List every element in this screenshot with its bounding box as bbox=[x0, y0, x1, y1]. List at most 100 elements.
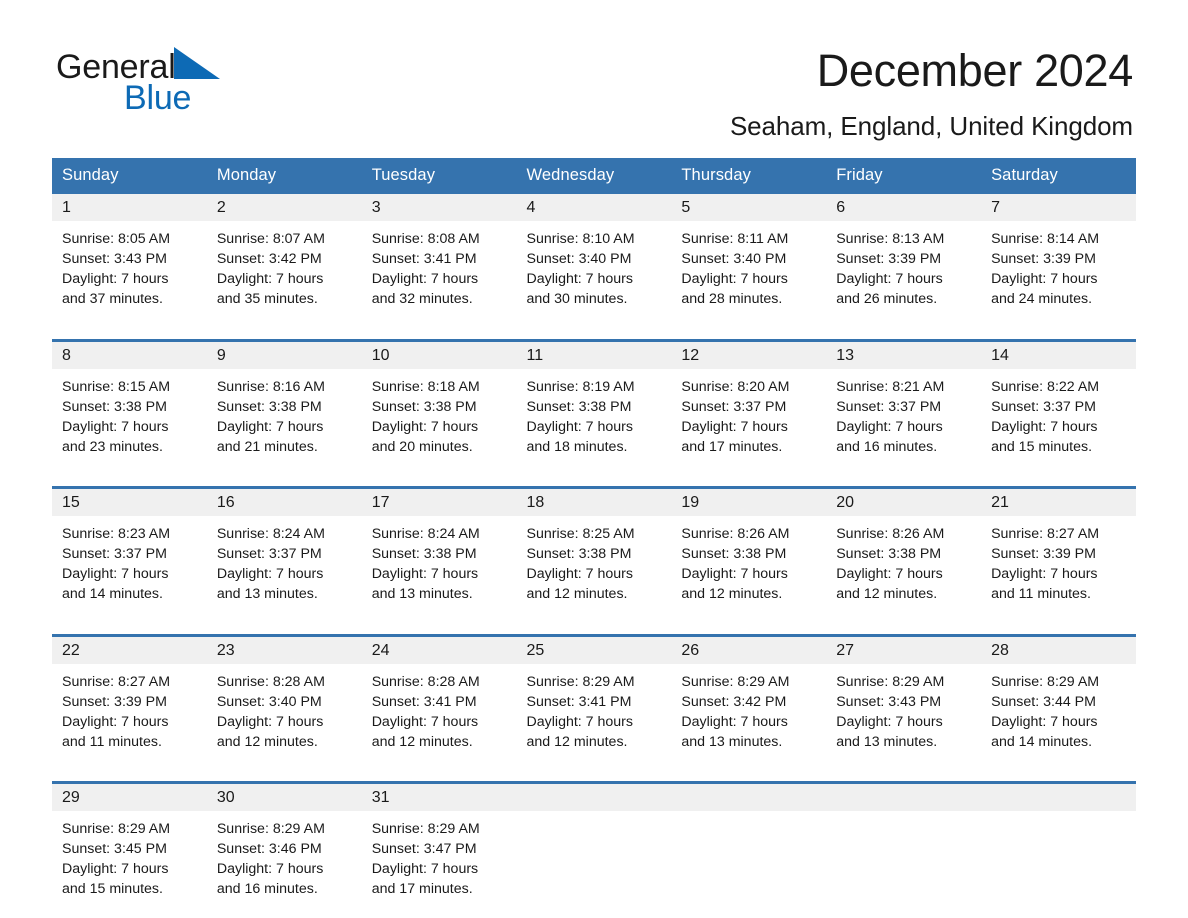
day-number: 5 bbox=[671, 194, 827, 221]
sunset-text: Sunset: 3:37 PM bbox=[681, 398, 787, 415]
day-cell[interactable]: 22 Sunrise: 8:27 AM Sunset: 3:39 PM Dayligh… bbox=[52, 633, 207, 766]
daylight-text-line2: and 21 minutes. bbox=[216, 438, 318, 455]
day-cell[interactable]: 25 Sunrise: 8:29 AM Sunset: 3:41 PM Dayligh… bbox=[516, 633, 672, 766]
day-cell-empty bbox=[671, 781, 827, 913]
triangle-logo-icon bbox=[173, 47, 220, 85]
day-cell[interactable]: 13 Sunrise: 8:21 AM Sunset: 3:37 PM Dayligh… bbox=[826, 338, 982, 471]
day-number: 22 bbox=[52, 636, 207, 664]
day-cell[interactable]: 30 Sunrise: 8:29 AM Sunset: 3:46 PM Dayligh… bbox=[206, 781, 362, 913]
day-cell[interactable]: 28 Sunrise: 8:29 AM Sunset: 3:44 PM Dayligh… bbox=[981, 633, 1136, 766]
day-cell[interactable]: 21 Sunrise: 8:27 AM Sunset: 3:39 PM Dayligh… bbox=[981, 486, 1136, 618]
sunset-text: Sunset: 3:41 PM bbox=[371, 251, 477, 267]
day-cell[interactable]: 19 Sunrise: 8:26 AM Sunset: 3:38 PM Dayligh… bbox=[671, 486, 827, 618]
day-number: 3 bbox=[361, 194, 517, 221]
sunset-text: Sunset: 3:38 PM bbox=[62, 398, 167, 415]
daylight-text-line2: and 30 minutes. bbox=[526, 291, 628, 307]
day-cell[interactable]: 12 Sunrise: 8:20 AM Sunset: 3:37 PM Dayligh… bbox=[671, 338, 827, 471]
daylight-text-line1: Daylight: 7 hours bbox=[371, 271, 479, 287]
day-number: 2 bbox=[206, 194, 362, 221]
day-details: Sunrise: 8:08 AM Sunset: 3:41 PM Daylight:… bbox=[362, 221, 517, 323]
day-details bbox=[517, 811, 672, 903]
sunrise-text: Sunrise: 8:26 AM bbox=[681, 526, 790, 542]
calendar-header-row: Sunday Monday Tuesday Wednesday Thursday… bbox=[52, 158, 1136, 194]
daylight-text-line2: and 35 minutes. bbox=[216, 291, 318, 307]
day-cell[interactable]: 2 Sunrise: 8:07 AM Sunset: 3:42 PM Daylight… bbox=[206, 194, 362, 323]
day-cell[interactable]: 8 Sunrise: 8:15 AM Sunset: 3:38 PM Daylight… bbox=[52, 338, 207, 471]
day-cell[interactable]: 24 Sunrise: 8:28 AM Sunset: 3:41 PM Dayligh… bbox=[361, 633, 517, 766]
page-subtitle: Seaham, England, United Kingdom bbox=[729, 111, 1133, 141]
day-cell[interactable]: 9 Sunrise: 8:16 AM Sunset: 3:38 PM Daylight… bbox=[206, 338, 362, 471]
sunrise-text: Sunrise: 8:22 AM bbox=[991, 378, 1100, 395]
day-details: Sunrise: 8:13 AM Sunset: 3:39 PM Daylight:… bbox=[826, 221, 981, 323]
daylight-text-line2: and 32 minutes. bbox=[371, 291, 473, 307]
day-cell[interactable]: 1 Sunrise: 8:05 AM Sunset: 3:43 PM Daylight… bbox=[52, 194, 207, 323]
sunrise-text: Sunrise: 8:16 AM bbox=[216, 378, 325, 395]
day-details: Sunrise: 8:24 AM Sunset: 3:37 PM Daylight:… bbox=[207, 516, 362, 618]
weekday-header-sunday: Sunday bbox=[52, 158, 207, 194]
day-cell[interactable]: 4 Sunrise: 8:10 AM Sunset: 3:40 PM Daylight… bbox=[516, 194, 672, 323]
day-cell[interactable]: 11 Sunrise: 8:19 AM Sunset: 3:38 PM Dayligh… bbox=[516, 338, 672, 471]
week-spacer bbox=[52, 765, 1136, 783]
day-number bbox=[671, 784, 827, 811]
daylight-text-line2: and 23 minutes. bbox=[62, 438, 163, 455]
daylight-text-line1: Daylight: 7 hours bbox=[62, 566, 169, 582]
day-details: Sunrise: 8:29 AM Sunset: 3:44 PM Daylight:… bbox=[981, 664, 1136, 766]
day-details: Sunrise: 8:29 AM Sunset: 3:42 PM Daylight:… bbox=[671, 664, 826, 766]
day-cell[interactable]: 16 Sunrise: 8:24 AM Sunset: 3:37 PM Dayligh… bbox=[206, 486, 362, 618]
day-number: 29 bbox=[52, 784, 207, 811]
weekday-header-monday: Monday bbox=[206, 158, 362, 194]
day-details: Sunrise: 8:24 AM Sunset: 3:38 PM Daylight:… bbox=[362, 516, 517, 618]
sunrise-text: Sunrise: 8:24 AM bbox=[216, 526, 325, 542]
day-cell[interactable]: 15 Sunrise: 8:23 AM Sunset: 3:37 PM Dayligh… bbox=[52, 486, 207, 618]
sunset-text: Sunset: 3:39 PM bbox=[991, 546, 1096, 562]
sunrise-text: Sunrise: 8:20 AM bbox=[681, 378, 790, 395]
daylight-text-line2: and 17 minutes. bbox=[371, 881, 473, 897]
sunrise-text: Sunrise: 8:13 AM bbox=[836, 231, 945, 247]
day-cell[interactable]: 3 Sunrise: 8:08 AM Sunset: 3:41 PM Daylight… bbox=[361, 194, 517, 323]
day-number: 4 bbox=[516, 194, 672, 221]
sunset-text: Sunset: 3:41 PM bbox=[371, 693, 477, 710]
daylight-text-line2: and 11 minutes. bbox=[991, 586, 1091, 602]
day-number: 1 bbox=[52, 194, 207, 221]
day-cell[interactable]: 29 Sunrise: 8:29 AM Sunset: 3:45 PM Dayligh… bbox=[52, 781, 207, 913]
day-cell[interactable]: 31 Sunrise: 8:29 AM Sunset: 3:47 PM Dayligh… bbox=[361, 781, 517, 913]
day-cell[interactable]: 10 Sunrise: 8:18 AM Sunset: 3:38 PM Dayligh… bbox=[361, 338, 517, 471]
day-cell[interactable]: 17 Sunrise: 8:24 AM Sunset: 3:38 PM Dayligh… bbox=[361, 486, 517, 618]
sunrise-text: Sunrise: 8:29 AM bbox=[991, 673, 1100, 690]
day-number: 28 bbox=[981, 636, 1136, 664]
sunrise-text: Sunrise: 8:07 AM bbox=[216, 231, 325, 247]
daylight-text-line2: and 11 minutes. bbox=[62, 733, 162, 750]
day-details: Sunrise: 8:29 AM Sunset: 3:47 PM Daylight:… bbox=[362, 811, 517, 913]
daylight-text-line2: and 26 minutes. bbox=[836, 291, 938, 307]
day-cell[interactable]: 7 Sunrise: 8:14 AM Sunset: 3:39 PM Daylight… bbox=[981, 194, 1136, 323]
daylight-text-line1: Daylight: 7 hours bbox=[836, 271, 943, 287]
daylight-text-line2: and 14 minutes. bbox=[991, 733, 1093, 750]
daylight-text-line1: Daylight: 7 hours bbox=[371, 713, 479, 730]
sunset-text: Sunset: 3:43 PM bbox=[62, 251, 167, 267]
daylight-text-line1: Daylight: 7 hours bbox=[836, 566, 943, 582]
day-cell[interactable]: 20 Sunrise: 8:26 AM Sunset: 3:38 PM Dayligh… bbox=[826, 486, 982, 618]
sunset-text: Sunset: 3:40 PM bbox=[216, 693, 322, 710]
sunrise-text: Sunrise: 8:26 AM bbox=[836, 526, 945, 542]
calendar-week-row: 15 Sunrise: 8:23 AM Sunset: 3:37 PM Dayligh… bbox=[52, 486, 1136, 618]
daylight-text-line1: Daylight: 7 hours bbox=[526, 271, 633, 287]
day-cell[interactable]: 23 Sunrise: 8:28 AM Sunset: 3:40 PM Dayligh… bbox=[206, 633, 362, 766]
day-number: 6 bbox=[826, 194, 982, 221]
sunrise-text: Sunrise: 8:29 AM bbox=[216, 821, 325, 837]
day-number: 15 bbox=[52, 489, 207, 516]
sunset-text: Sunset: 3:42 PM bbox=[681, 693, 787, 710]
day-number: 17 bbox=[361, 489, 517, 516]
daylight-text-line2: and 13 minutes. bbox=[371, 586, 473, 602]
weekday-header-thursday: Thursday bbox=[671, 158, 827, 194]
daylight-text-line2: and 13 minutes. bbox=[681, 733, 783, 750]
sunset-text: Sunset: 3:38 PM bbox=[526, 546, 632, 562]
day-number: 13 bbox=[826, 341, 982, 369]
sunrise-text: Sunrise: 8:18 AM bbox=[371, 378, 480, 395]
day-cell[interactable]: 27 Sunrise: 8:29 AM Sunset: 3:43 PM Dayligh… bbox=[826, 633, 982, 766]
day-cell[interactable]: 5 Sunrise: 8:11 AM Sunset: 3:40 PM Daylight… bbox=[671, 194, 827, 323]
day-cell[interactable]: 6 Sunrise: 8:13 AM Sunset: 3:39 PM Daylight… bbox=[826, 194, 982, 323]
day-cell[interactable]: 18 Sunrise: 8:25 AM Sunset: 3:38 PM Dayligh… bbox=[516, 486, 672, 618]
weekday-header-wednesday: Wednesday bbox=[516, 158, 672, 194]
day-cell[interactable]: 14 Sunrise: 8:22 AM Sunset: 3:37 PM Dayligh… bbox=[981, 338, 1136, 471]
day-cell[interactable]: 26 Sunrise: 8:29 AM Sunset: 3:42 PM Dayligh… bbox=[671, 633, 827, 766]
